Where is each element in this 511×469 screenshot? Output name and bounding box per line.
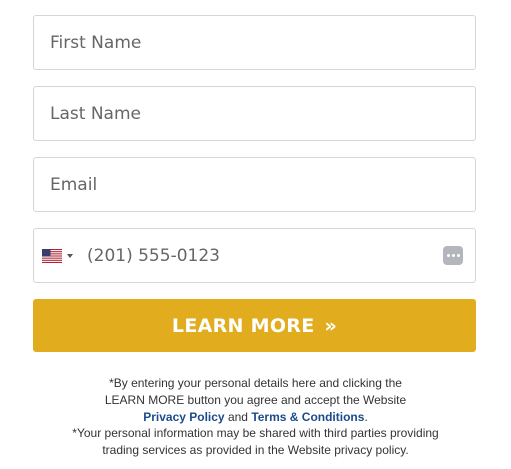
terms-conditions-link[interactable]: Terms & Conditions: [251, 410, 364, 424]
phone-field-wrapper: [33, 228, 476, 283]
disclaimer-line-5: trading services as provided in the Webs…: [102, 443, 409, 458]
last-name-input[interactable]: [34, 87, 475, 140]
email-field-wrapper: [33, 157, 476, 212]
lead-form: LEARN MORE »: [33, 15, 476, 352]
learn-more-label: LEARN MORE: [171, 314, 315, 337]
privacy-policy-link[interactable]: Privacy Policy: [143, 410, 224, 424]
email-input[interactable]: [34, 158, 475, 211]
last-name-field-wrapper: [33, 86, 476, 141]
first-name-field-wrapper: [33, 15, 476, 70]
first-name-input[interactable]: [34, 16, 475, 69]
learn-more-button[interactable]: LEARN MORE »: [33, 299, 476, 352]
double-chevron-right-icon: »: [324, 314, 338, 337]
us-flag-icon: [42, 249, 62, 263]
disclaimer-line-2: LEARN MORE button you agree and accept t…: [104, 392, 407, 407]
phone-input[interactable]: [34, 229, 475, 282]
more-dots-icon[interactable]: [443, 246, 463, 265]
and-text: and: [224, 409, 252, 424]
country-code-selector[interactable]: [42, 248, 73, 264]
period-text: .: [364, 409, 368, 424]
disclaimer-line-1: *By entering your personal details here …: [109, 376, 402, 390]
disclaimer-line-3: Privacy Policy and Terms & Conditions.: [0, 409, 511, 426]
disclaimer-line-4: *Your personal information may be shared…: [72, 426, 439, 441]
chevron-down-icon: [67, 254, 73, 258]
disclaimer-text: *By entering your personal details here …: [0, 375, 511, 459]
